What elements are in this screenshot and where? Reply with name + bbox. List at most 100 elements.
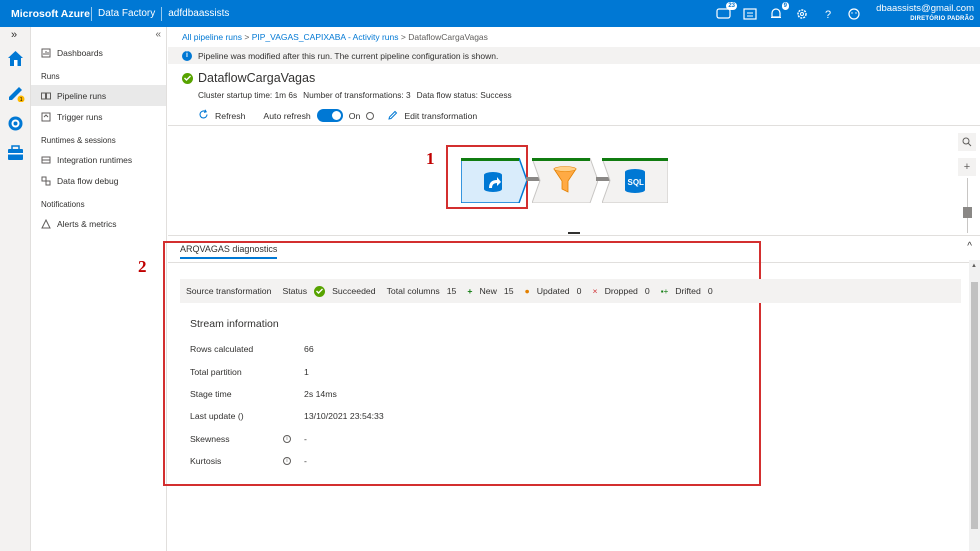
breadcrumb: All pipeline runs > PIP_VAGAS_CAPIXABA -… bbox=[182, 32, 488, 42]
updated-dot-icon: ● bbox=[524, 286, 530, 296]
sink-node[interactable]: SQL bbox=[602, 158, 668, 203]
highlight-box-diagnostics bbox=[163, 241, 761, 486]
auto-refresh-toggle[interactable] bbox=[316, 109, 343, 122]
collapse-sidebar-icon[interactable]: « bbox=[155, 29, 161, 40]
filter-node[interactable] bbox=[532, 158, 598, 203]
sidebar-item-label: Trigger runs bbox=[57, 111, 103, 122]
zoom-slider-handle[interactable] bbox=[963, 207, 972, 218]
stream-row-label: Total partition bbox=[190, 367, 242, 377]
sidebar-item-pipeline-runs[interactable]: Pipeline runs bbox=[31, 85, 166, 106]
source-status-bar: Source transformation Status Succeeded T… bbox=[180, 279, 961, 303]
azure-brand[interactable]: Microsoft Azure bbox=[0, 8, 91, 20]
monitor-sidebar: « Dashboards Runs Pipeline runs Trigger … bbox=[31, 27, 167, 551]
annotation-1: 1 bbox=[426, 149, 435, 168]
total-columns-value: 15 bbox=[446, 286, 457, 296]
bell-icon[interactable]: 9 bbox=[768, 1, 789, 22]
breadcrumb-activity-runs[interactable]: PIP_VAGAS_CAPIXABA - Activity runs bbox=[252, 32, 399, 42]
stream-row-label: Rows calculated bbox=[190, 344, 254, 354]
monitor-icon[interactable] bbox=[6, 114, 25, 133]
panel-scrollbar[interactable]: ▲ bbox=[969, 260, 980, 551]
account-menu[interactable]: dbaassists@gmail.com DIRETÓRIO PADRÃO bbox=[876, 4, 974, 24]
breadcrumb-separator: > bbox=[244, 32, 250, 42]
source-node[interactable] bbox=[461, 158, 527, 203]
breadcrumb-factory-name[interactable]: adfdbaassists bbox=[162, 8, 235, 19]
smiley-feedback-icon[interactable] bbox=[846, 6, 862, 22]
succeeded-check-icon bbox=[314, 285, 326, 297]
panel-resize-handle[interactable] bbox=[568, 232, 580, 234]
trigger-runs-icon bbox=[41, 112, 51, 122]
zoom-track bbox=[967, 178, 968, 233]
scrollbar-thumb[interactable] bbox=[971, 282, 978, 529]
dropped-x-icon: × bbox=[592, 286, 598, 296]
stream-row-label: Skewness bbox=[190, 434, 230, 444]
help-icon[interactable]: ? bbox=[820, 6, 836, 22]
status-value: Success bbox=[480, 90, 512, 100]
auto-refresh-state: On bbox=[348, 110, 361, 121]
main-content: All pipeline runs > PIP_VAGAS_CAPIXABA -… bbox=[138, 27, 980, 551]
stream-row-value: 13/10/2021 23:54:33 bbox=[304, 411, 384, 421]
success-check-icon bbox=[182, 72, 193, 84]
collapse-panel-icon[interactable]: ^ bbox=[967, 241, 972, 252]
expand-rail-icon[interactable]: » bbox=[11, 29, 17, 41]
sidebar-item-dashboards[interactable]: Dashboards bbox=[31, 42, 166, 63]
drifted-value: 0 bbox=[707, 286, 713, 296]
sidebar-item-integration-runtimes[interactable]: Integration runtimes bbox=[31, 149, 166, 170]
stream-row-value: 2s 14ms bbox=[304, 389, 337, 399]
drifted-icon: ▪+ bbox=[660, 286, 669, 296]
bell-badge: 9 bbox=[781, 1, 789, 10]
gear-icon[interactable] bbox=[794, 6, 810, 22]
alert-icon bbox=[41, 218, 51, 229]
search-canvas-icon[interactable] bbox=[958, 133, 976, 151]
section-header-runs: Runs bbox=[41, 72, 60, 81]
top-bar: Microsoft Azure Data Factory adfdbaassis… bbox=[0, 0, 980, 27]
kurtosis-info-icon[interactable]: i bbox=[283, 457, 291, 465]
updated-value: 0 bbox=[576, 286, 582, 296]
startup-value: 1m 6s bbox=[274, 90, 298, 100]
updated-label: Updated bbox=[536, 286, 570, 296]
user-email: dbaassists@gmail.com bbox=[876, 3, 974, 14]
breadcrumb-all-runs[interactable]: All pipeline runs bbox=[182, 32, 242, 42]
edit-transformation-button[interactable]: Edit transformation bbox=[404, 111, 477, 121]
section-header-notifications: Notifications bbox=[41, 200, 85, 209]
status-value: Succeeded bbox=[332, 286, 376, 296]
startup-label: Cluster startup time: bbox=[198, 90, 273, 100]
zoom-in-button[interactable]: + bbox=[958, 158, 976, 176]
refresh-button[interactable]: Refresh bbox=[215, 111, 245, 121]
sidebar-item-label: Dashboards bbox=[57, 47, 103, 58]
sidebar-item-label: Pipeline runs bbox=[57, 90, 107, 101]
svg-text:?: ? bbox=[825, 9, 831, 21]
feedback-icon[interactable]: 23 bbox=[716, 1, 737, 22]
author-pencil-icon[interactable]: 1 bbox=[6, 83, 25, 103]
info-banner-text: Pipeline was modified after this run. Th… bbox=[198, 50, 499, 61]
run-title: DataflowCargaVagas bbox=[182, 71, 315, 85]
sidebar-item-label: Data flow debug bbox=[57, 175, 119, 186]
breadcrumb-separator: > bbox=[400, 32, 406, 42]
refresh-icon[interactable] bbox=[198, 109, 209, 122]
breadcrumb-data-factory[interactable]: Data Factory bbox=[92, 8, 161, 19]
stream-information-heading: Stream information bbox=[190, 318, 279, 330]
rail-badge: 1 bbox=[20, 97, 23, 102]
home-icon[interactable] bbox=[6, 49, 25, 68]
sidebar-item-trigger-runs[interactable]: Trigger runs bbox=[31, 106, 166, 127]
new-plus-icon: + bbox=[467, 286, 473, 296]
info-icon: i bbox=[182, 50, 192, 61]
stream-row-value: 66 bbox=[304, 344, 314, 354]
info-banner: i Pipeline was modified after this run. … bbox=[168, 47, 980, 64]
skewness-info-icon[interactable]: i bbox=[283, 435, 291, 443]
pipeline-runs-icon bbox=[41, 91, 51, 101]
scroll-up-icon[interactable]: ▲ bbox=[971, 263, 977, 269]
info-circle-icon bbox=[366, 111, 375, 120]
manage-toolbox-icon[interactable] bbox=[6, 144, 25, 163]
sidebar-item-data-flow-debug[interactable]: Data flow debug bbox=[31, 170, 166, 191]
transforms-value: 3 bbox=[406, 90, 411, 100]
stream-row-label: Kurtosis bbox=[190, 456, 222, 466]
stream-row-value: 1 bbox=[304, 367, 309, 377]
sidebar-item-alerts-metrics[interactable]: Alerts & metrics bbox=[31, 213, 166, 234]
stream-row-value: - bbox=[304, 456, 307, 466]
sidebar-item-label: Alerts & metrics bbox=[57, 218, 117, 229]
new-label: New bbox=[479, 286, 497, 296]
dropped-value: 0 bbox=[644, 286, 650, 296]
directory-switch-icon[interactable] bbox=[742, 6, 758, 22]
edit-pencil-icon[interactable] bbox=[388, 110, 398, 122]
annotation-2: 2 bbox=[138, 257, 147, 276]
